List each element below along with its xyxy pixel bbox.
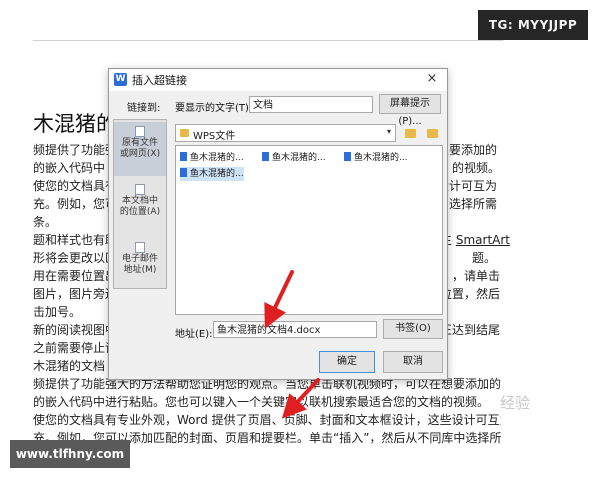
red-arrow-ok bbox=[281, 378, 320, 419]
red-arrow-address bbox=[264, 270, 294, 329]
annotation-arrows bbox=[264, 270, 320, 419]
